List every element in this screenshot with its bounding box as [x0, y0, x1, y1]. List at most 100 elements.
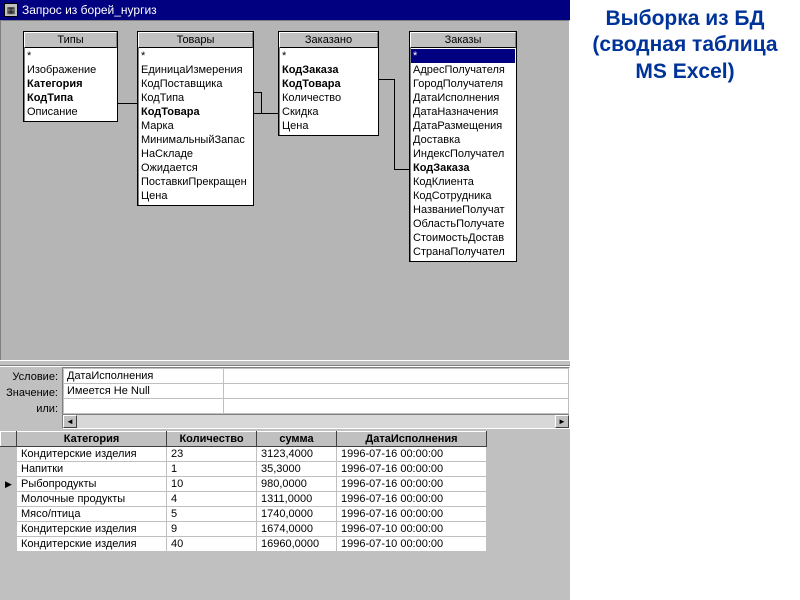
- field-item[interactable]: КодСотрудника: [413, 189, 513, 203]
- field-item[interactable]: Изображение: [27, 63, 114, 77]
- window-titlebar[interactable]: ▦ Запрос из борей_нургиз: [0, 0, 570, 20]
- row-selector[interactable]: ▶: [1, 477, 17, 492]
- table-cell[interactable]: Молочные продукты: [17, 492, 167, 507]
- field-item[interactable]: Описание: [27, 105, 114, 119]
- criteria-cell[interactable]: [224, 399, 569, 414]
- table-fields[interactable]: * ЕдиницаИзмерения КодПоставщика КодТипа…: [138, 48, 253, 205]
- table-fields[interactable]: * Изображение Категория КодТипа Описание: [24, 48, 117, 121]
- tables-diagram-area[interactable]: Типы * Изображение Категория КодТипа Опи…: [0, 20, 570, 360]
- table-cell[interactable]: 1: [167, 462, 257, 477]
- field-item[interactable]: НаСкладе: [141, 147, 250, 161]
- table-cell[interactable]: 1996-07-16 00:00:00: [337, 492, 487, 507]
- table-row[interactable]: Напитки135,30001996-07-16 00:00:00: [1, 462, 487, 477]
- col-header-sum[interactable]: сумма: [257, 432, 337, 447]
- table-cell[interactable]: Напитки: [17, 462, 167, 477]
- row-selector[interactable]: [1, 492, 17, 507]
- row-selector[interactable]: [1, 447, 17, 462]
- table-cell[interactable]: 1674,0000: [257, 522, 337, 537]
- table-row[interactable]: Кондитерские изделия91674,00001996-07-10…: [1, 522, 487, 537]
- field-item[interactable]: ЕдиницаИзмерения: [141, 63, 250, 77]
- table-row[interactable]: ▶Рыбопродукты10980,00001996-07-16 00:00:…: [1, 477, 487, 492]
- criteria-cell[interactable]: Имеется Не Null: [64, 384, 224, 399]
- table-row[interactable]: Молочные продукты41311,00001996-07-16 00…: [1, 492, 487, 507]
- table-header[interactable]: Заказано: [279, 32, 378, 48]
- field-item[interactable]: ПоставкиПрекращен: [141, 175, 250, 189]
- row-selector[interactable]: [1, 507, 17, 522]
- field-item[interactable]: ИндексПолучател: [413, 147, 513, 161]
- table-header[interactable]: Товары: [138, 32, 253, 48]
- field-item[interactable]: КодТовара: [282, 77, 375, 91]
- table-order-details[interactable]: Заказано * КодЗаказа КодТовара Количеств…: [278, 31, 379, 136]
- table-cell[interactable]: Мясо/птица: [17, 507, 167, 522]
- field-item[interactable]: Цена: [282, 119, 375, 133]
- table-cell[interactable]: Кондитерские изделия: [17, 537, 167, 552]
- criteria-cell[interactable]: ДатаИсполнения: [64, 369, 224, 384]
- field-item[interactable]: Скидка: [282, 105, 375, 119]
- table-cell[interactable]: 1311,0000: [257, 492, 337, 507]
- table-cell[interactable]: 9: [167, 522, 257, 537]
- table-row[interactable]: Кондитерские изделия233123,40001996-07-1…: [1, 447, 487, 462]
- field-item[interactable]: Категория: [27, 77, 114, 91]
- scroll-left-icon[interactable]: ◄: [63, 415, 77, 428]
- criteria-scrollbar[interactable]: ◄ ►: [63, 414, 569, 428]
- table-cell[interactable]: 16960,0000: [257, 537, 337, 552]
- result-table[interactable]: Категория Количество сумма ДатаИсполнени…: [0, 431, 487, 552]
- table-cell[interactable]: 23: [167, 447, 257, 462]
- field-item[interactable]: КодЗаказа: [413, 161, 513, 175]
- field-item[interactable]: КодЗаказа: [282, 63, 375, 77]
- table-cell[interactable]: 1996-07-16 00:00:00: [337, 447, 487, 462]
- table-header[interactable]: Заказы: [410, 32, 516, 48]
- field-item[interactable]: ДатаРазмещения: [413, 119, 513, 133]
- field-item[interactable]: *: [411, 49, 515, 63]
- table-products[interactable]: Товары * ЕдиницаИзмерения КодПоставщика …: [137, 31, 254, 206]
- criteria-grid[interactable]: ДатаИсполнения Имеется Не Null ◄ ►: [62, 367, 570, 429]
- field-item[interactable]: Марка: [141, 119, 250, 133]
- table-orders[interactable]: Заказы * АдресПолучателя ГородПолучателя…: [409, 31, 517, 262]
- field-item[interactable]: Доставка: [413, 133, 513, 147]
- table-cell[interactable]: 3123,4000: [257, 447, 337, 462]
- field-item[interactable]: КодТовара: [141, 105, 250, 119]
- field-item[interactable]: ДатаИсполнения: [413, 91, 513, 105]
- table-cell[interactable]: 5: [167, 507, 257, 522]
- row-selector-header[interactable]: [1, 432, 17, 447]
- field-item[interactable]: *: [282, 49, 375, 63]
- table-cell[interactable]: Рыбопродукты: [17, 477, 167, 492]
- table-header[interactable]: Типы: [24, 32, 117, 48]
- table-row[interactable]: Мясо/птица51740,00001996-07-16 00:00:00: [1, 507, 487, 522]
- row-selector[interactable]: [1, 537, 17, 552]
- table-cell[interactable]: 35,3000: [257, 462, 337, 477]
- table-fields[interactable]: * КодЗаказа КодТовара Количество Скидка …: [279, 48, 378, 135]
- field-item[interactable]: КодПоставщика: [141, 77, 250, 91]
- criteria-cell[interactable]: [224, 384, 569, 399]
- criteria-cell[interactable]: [64, 399, 224, 414]
- table-row[interactable]: Кондитерские изделия4016960,00001996-07-…: [1, 537, 487, 552]
- field-item[interactable]: СтранаПолучател: [413, 245, 513, 259]
- field-item[interactable]: СтоимостьДостав: [413, 231, 513, 245]
- table-cell[interactable]: 1996-07-16 00:00:00: [337, 477, 487, 492]
- field-item[interactable]: Ожидается: [141, 161, 250, 175]
- field-item[interactable]: АдресПолучателя: [413, 63, 513, 77]
- table-cell[interactable]: 1996-07-16 00:00:00: [337, 507, 487, 522]
- field-item[interactable]: МинимальныйЗапас: [141, 133, 250, 147]
- col-header-date[interactable]: ДатаИсполнения: [337, 432, 487, 447]
- scroll-right-icon[interactable]: ►: [555, 415, 569, 428]
- field-item[interactable]: Количество: [282, 91, 375, 105]
- col-header-qty[interactable]: Количество: [167, 432, 257, 447]
- table-cell[interactable]: 1740,0000: [257, 507, 337, 522]
- table-cell[interactable]: 40: [167, 537, 257, 552]
- field-item[interactable]: КодТипа: [27, 91, 114, 105]
- row-selector[interactable]: [1, 522, 17, 537]
- row-selector[interactable]: [1, 462, 17, 477]
- table-cell[interactable]: 10: [167, 477, 257, 492]
- field-item[interactable]: НазваниеПолучат: [413, 203, 513, 217]
- table-types[interactable]: Типы * Изображение Категория КодТипа Опи…: [23, 31, 118, 122]
- table-cell[interactable]: Кондитерские изделия: [17, 522, 167, 537]
- table-cell[interactable]: Кондитерские изделия: [17, 447, 167, 462]
- col-header-category[interactable]: Категория: [17, 432, 167, 447]
- table-cell[interactable]: 1996-07-16 00:00:00: [337, 462, 487, 477]
- scroll-track[interactable]: [77, 415, 555, 428]
- field-item[interactable]: ГородПолучателя: [413, 77, 513, 91]
- field-item[interactable]: ДатаНазначения: [413, 105, 513, 119]
- table-cell[interactable]: 1996-07-10 00:00:00: [337, 537, 487, 552]
- field-item[interactable]: ОбластьПолучате: [413, 217, 513, 231]
